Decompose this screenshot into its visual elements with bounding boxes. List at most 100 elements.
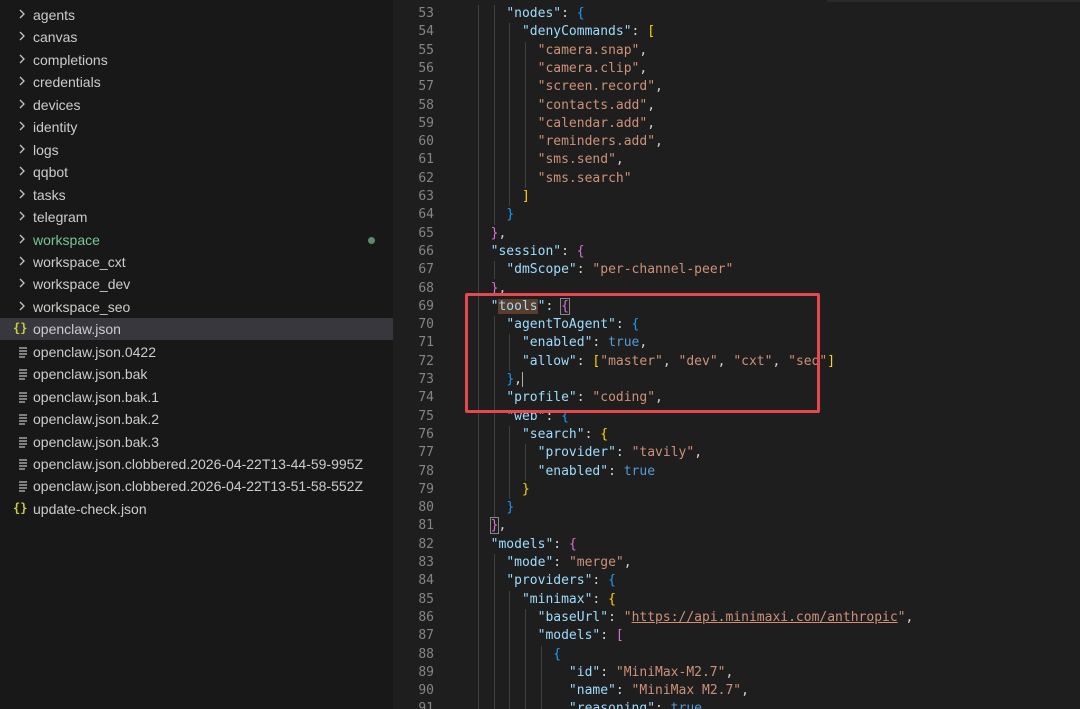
code-line[interactable]: "nodes": { bbox=[475, 5, 584, 23]
line-number: 74 bbox=[418, 390, 434, 406]
code-token: : bbox=[615, 445, 632, 461]
explorer-item-label: openclaw.json bbox=[33, 321, 121, 338]
code-line[interactable]: "name": "MiniMax M2.7", bbox=[475, 682, 749, 700]
line-number: 64 bbox=[418, 207, 434, 223]
code-line[interactable]: "dmScope": "per-channel-peer" bbox=[475, 261, 733, 279]
code-line[interactable]: } bbox=[475, 481, 530, 499]
code-line[interactable]: } bbox=[475, 206, 514, 224]
code-editor[interactable]: 53 "nodes": {54 "denyCommands": [55 "cam… bbox=[393, 0, 1080, 709]
chevron-right-icon bbox=[17, 276, 27, 290]
code-line[interactable]: "calendar.add", bbox=[475, 115, 655, 133]
code-line[interactable]: } bbox=[475, 499, 514, 517]
code-line[interactable]: "reasoning": true, bbox=[475, 700, 710, 709]
explorer-folder-item[interactable]: workspace_dev bbox=[0, 273, 393, 295]
code-line[interactable]: "screen.record", bbox=[475, 78, 663, 96]
code-token: true bbox=[623, 463, 656, 479]
text-file-icon bbox=[13, 432, 31, 450]
editor-top-bar bbox=[827, 0, 1080, 2]
explorer-folder-item[interactable]: logs bbox=[0, 139, 393, 161]
code-line[interactable]: "provider": "tavily", bbox=[475, 444, 702, 462]
code-line[interactable]: "search": { bbox=[475, 426, 608, 444]
code-line[interactable]: "models": { bbox=[475, 536, 577, 554]
code-token: "models" bbox=[490, 536, 554, 552]
line-number: 56 bbox=[418, 60, 434, 76]
code-token: , bbox=[623, 555, 632, 570]
code-line[interactable]: "mode": "merge", bbox=[475, 554, 632, 572]
explorer-file-item[interactable]: openclaw.json.0422 bbox=[0, 341, 393, 363]
code-token: "screen.record" bbox=[537, 79, 656, 95]
code-line[interactable]: "contacts.add", bbox=[475, 97, 655, 115]
explorer-folder-item[interactable]: devices bbox=[0, 94, 393, 116]
explorer-item-label: identity bbox=[33, 119, 78, 136]
code-line[interactable]: { bbox=[475, 646, 561, 664]
explorer-file-item[interactable]: openclaw.json.bak.1 bbox=[0, 386, 393, 408]
line-number: 70 bbox=[418, 317, 434, 333]
explorer-item-label: workspace_seo bbox=[33, 298, 131, 315]
code-token: : bbox=[655, 701, 671, 709]
json-file-icon: {} bbox=[13, 500, 28, 515]
code-token: "models" bbox=[537, 628, 601, 644]
code-token: { bbox=[608, 573, 616, 589]
line-number: 61 bbox=[418, 152, 434, 168]
explorer-folder-item[interactable]: agents bbox=[0, 4, 393, 26]
explorer-folder-item[interactable]: credentials bbox=[0, 71, 393, 93]
line-number: 54 bbox=[418, 24, 434, 40]
code-token: true bbox=[670, 701, 702, 709]
code-token: "merge" bbox=[568, 555, 624, 570]
code-line[interactable]: "providers": { bbox=[475, 572, 616, 590]
explorer-folder-item[interactable]: telegram bbox=[0, 206, 393, 228]
code-token: "nodes" bbox=[506, 6, 562, 21]
code-token: "name" bbox=[568, 683, 616, 699]
line-number: 62 bbox=[418, 170, 434, 186]
code-line[interactable]: "id": "MiniMax-M2.7", bbox=[475, 664, 733, 682]
text-file-icon bbox=[13, 342, 31, 360]
code-line[interactable]: "minimax": { bbox=[475, 591, 616, 609]
explorer-file-item[interactable]: openclaw.json.clobbered.2026-04-22T13-44… bbox=[0, 453, 393, 475]
code-line[interactable]: "baseUrl": "https://api.minimaxi.com/ant… bbox=[475, 609, 914, 627]
explorer-folder-item[interactable]: tasks bbox=[0, 184, 393, 206]
explorer-file-item[interactable]: openclaw.json.clobbered.2026-04-22T13-51… bbox=[0, 475, 393, 497]
explorer-folder-item[interactable]: workspace bbox=[0, 229, 393, 251]
code-line[interactable]: }, bbox=[475, 225, 507, 243]
code-line[interactable]: "sms.send", bbox=[475, 151, 624, 169]
line-number: 79 bbox=[418, 481, 434, 497]
explorer-file-item[interactable]: {} openclaw.json bbox=[0, 318, 393, 341]
code-line[interactable]: "camera.clip", bbox=[475, 60, 648, 78]
code-line[interactable]: ] bbox=[475, 188, 530, 206]
explorer-file-item[interactable]: openclaw.json.bak.3 bbox=[0, 431, 393, 453]
explorer-folder-item[interactable]: workspace_seo bbox=[0, 296, 393, 318]
line-number: 78 bbox=[418, 463, 434, 479]
explorer-folder-item[interactable]: qqbot bbox=[0, 161, 393, 183]
chevron-right-icon bbox=[17, 29, 27, 43]
code-token: "tavily" bbox=[631, 445, 695, 461]
code-line[interactable]: "denyCommands": [ bbox=[475, 23, 655, 41]
explorer-folder-item[interactable]: canvas bbox=[0, 26, 393, 48]
explorer-folder-item[interactable]: completions bbox=[0, 49, 393, 71]
code-token: "per-channel-peer" bbox=[592, 262, 734, 278]
code-line[interactable]: "reminders.add", bbox=[475, 133, 663, 151]
code-line[interactable]: "enabled": true bbox=[475, 463, 655, 481]
explorer-file-item[interactable]: openclaw.json.bak bbox=[0, 363, 393, 385]
code-line[interactable]: }, bbox=[475, 517, 506, 535]
explorer-file-item[interactable]: openclaw.json.bak.2 bbox=[0, 408, 393, 430]
explorer-folder-item[interactable]: workspace_cxt bbox=[0, 251, 393, 273]
code-line[interactable]: "camera.snap", bbox=[475, 42, 648, 60]
code-line[interactable]: "session": { bbox=[475, 243, 585, 261]
code-line[interactable]: "sms.search" bbox=[475, 170, 632, 188]
code-line[interactable]: "models": [ bbox=[475, 627, 624, 645]
code-token: : bbox=[553, 536, 569, 552]
explorer-file-item[interactable]: {} update-check.json bbox=[0, 498, 393, 520]
line-number: 83 bbox=[418, 555, 434, 570]
chevron-right-icon bbox=[17, 254, 27, 268]
explorer-folder-item[interactable]: identity bbox=[0, 116, 393, 138]
